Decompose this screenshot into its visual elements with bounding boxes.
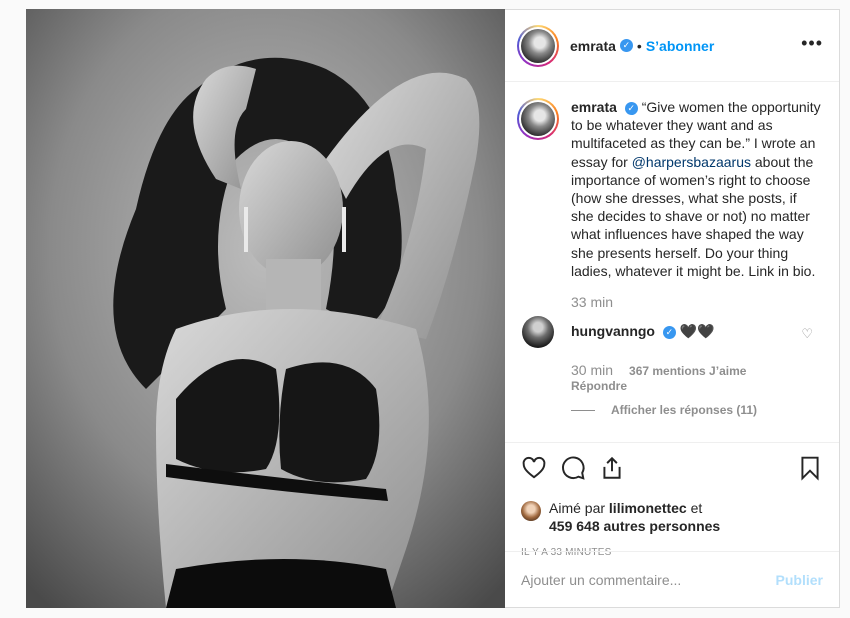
liked-prefix: Aimé par [549,500,609,516]
liked-middle: et [686,500,703,516]
post-image [26,9,505,608]
separator-dot: • [636,37,642,54]
comment-time[interactable]: 30 min [571,362,613,378]
caption: emrata ✓ “Give women the opportunity to … [517,98,825,280]
liker-avatar[interactable] [521,501,541,521]
comment-likes-count[interactable]: 367 mentions J’aime [629,364,746,378]
caption-story-ring[interactable] [517,98,559,140]
heart-icon[interactable] [521,455,547,481]
liked-by: Aimé par lilimonettec et 459 648 autres … [521,499,823,535]
view-replies-label: Afficher les réponses (11) [611,403,758,418]
comments-section: emrata ✓ “Give women the opportunity to … [505,82,839,442]
follow-button[interactable]: S’abonner [646,38,714,54]
verified-badge-icon: ✓ [624,101,638,115]
comment-username[interactable]: hungvanngo [571,323,655,339]
share-icon[interactable] [599,455,625,481]
caption-text: emrata ✓ “Give women the opportunity to … [571,98,821,280]
comment-like-heart-icon[interactable]: ♡ [801,326,813,342]
post-actions: Aimé par lilimonettec et 459 648 autres … [505,442,839,558]
story-ring[interactable] [517,24,559,67]
comment-text: 🖤🖤 [679,323,715,340]
view-replies-button[interactable]: Afficher les réponses (11) [571,403,825,417]
comment-row: hungvanngo ✓ 🖤🖤 ♡ [517,316,825,349]
bookmark-icon[interactable] [797,455,823,481]
post-photo[interactable] [26,9,505,608]
caption-username[interactable]: emrata [571,99,617,115]
avatar[interactable] [521,28,555,63]
comment-avatar[interactable] [522,316,554,349]
username[interactable]: emrata [570,38,616,54]
post-header: emrata ✓ • S’abonner ••• [505,10,839,82]
liker-username[interactable]: lilimonettec [609,500,687,516]
more-options-icon[interactable]: ••• [801,34,823,52]
reply-button[interactable]: Répondre [571,379,825,393]
caption-rest: about the importance of women’s right to… [571,153,816,279]
replies-divider-line [571,409,595,411]
caption-mention-link[interactable]: @harpersbazaarus [632,154,751,170]
add-comment-bar: Publier [505,551,839,607]
comment-icon[interactable] [560,455,586,481]
caption-time[interactable]: 33 min [571,294,825,310]
publish-button[interactable]: Publier [776,572,823,588]
comment-meta: 30 min 367 mentions J’aime [571,362,825,378]
verified-badge-icon: ✓ [619,39,633,52]
verified-badge-icon: ✓ [662,325,676,339]
caption-avatar[interactable] [521,102,555,136]
comment-input[interactable] [521,571,776,588]
likes-count-link[interactable]: 459 648 autres personnes [549,518,720,534]
post-sidebar: emrata ✓ • S’abonner ••• emrata ✓ “Give … [505,9,840,608]
